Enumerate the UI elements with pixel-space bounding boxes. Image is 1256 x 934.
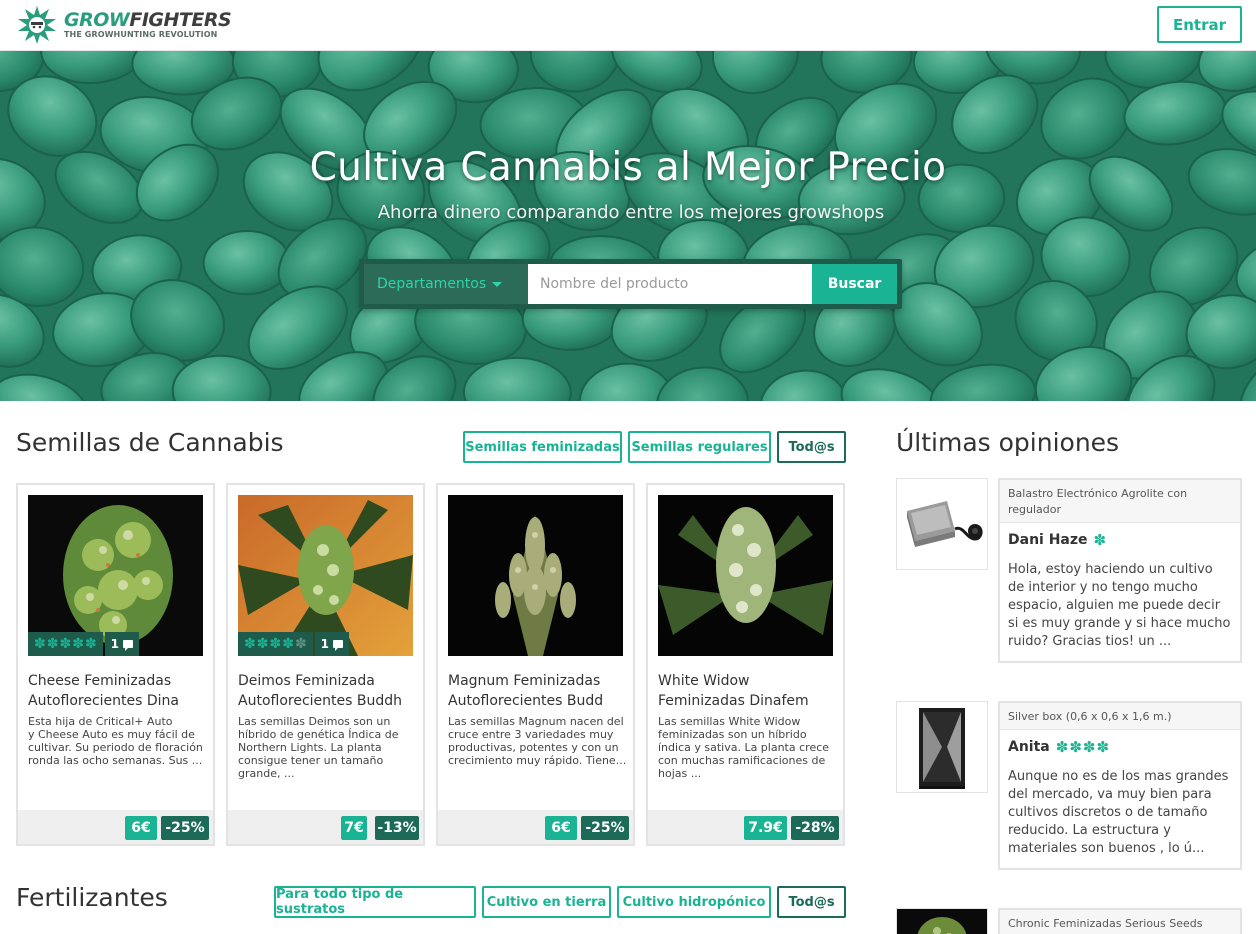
leaf-icon: ✽	[269, 636, 282, 652]
opinion-product-name[interactable]: Balastro Electrónico Agrolite con regula…	[1000, 480, 1240, 523]
leaf-icon: ✽	[244, 636, 256, 652]
caret-down-icon	[492, 281, 503, 287]
leaf-rating: ✽ ✽ ✽ ✽ ✽	[28, 632, 103, 656]
opinion-card[interactable]: Chronic Feminizadas Serious Seeds	[998, 908, 1242, 934]
leaf-icon: ✽	[34, 636, 46, 652]
leaf-icon: ✽	[59, 636, 72, 652]
opinion-card[interactable]: Balastro Electrónico Agrolite con regula…	[998, 478, 1242, 663]
price-badge: 7.9€	[744, 816, 787, 840]
comment-bubble-icon	[123, 640, 134, 651]
hero-banner: Cultiva Cannabis al Mejor Precio Ahorra …	[0, 51, 1256, 401]
product-name[interactable]: Cheese Feminizadas Autoflorecientes Dina	[28, 671, 208, 711]
comments-count[interactable]: 1	[314, 632, 350, 656]
growfighters-logo[interactable]: GROWFIGHTERS THE GROWHUNTING REVOLUTION	[16, 5, 236, 45]
filter-feminized-seeds[interactable]: Semillas feminizadas	[463, 431, 622, 463]
product-description: Esta hija de Critical+ Auto y Cheese Aut…	[28, 715, 203, 767]
filter-soil-cultivation[interactable]: Cultivo en tierra	[482, 886, 611, 918]
discount-badge: -28%	[791, 816, 839, 840]
leaf-icon: ✽	[72, 636, 84, 652]
opinion-card[interactable]: Silver box (0,6 x 0,6 x 1,6 m.) Anita ✽✽✽…	[998, 701, 1242, 870]
filter-all-fertilizers[interactable]: Tod@s	[777, 886, 846, 918]
logo-tagline: THE GROWHUNTING REVOLUTION	[64, 30, 218, 39]
leaf-rating-icon: ✽	[1093, 531, 1108, 549]
product-card[interactable]: Magnum Feminizadas Autoflorecientes Budd…	[436, 483, 635, 846]
opinion-text: Hola, estoy haciendo un cultivo de inter…	[1008, 562, 1231, 649]
leaf-icon: ✽	[84, 636, 97, 652]
opinion-product-thumbnail[interactable]	[896, 701, 988, 793]
filter-all-substrates[interactable]: Para todo tipo de sustratos	[274, 886, 476, 918]
opinion-text: Aunque no es de los mas grandes del merc…	[1008, 769, 1229, 856]
filter-all-seeds[interactable]: Tod@s	[777, 431, 846, 463]
product-card[interactable]: ✽ ✽ ✽ ✽ ✽ 1 Cheese Feminizadas Autoflorecien…	[16, 483, 215, 846]
logo-leaf-icon	[18, 6, 56, 44]
discount-badge: -13%	[375, 816, 419, 840]
price-badge: 6€	[125, 816, 157, 840]
opinions-section-title: Últimas opiniones	[896, 428, 1120, 457]
rating-bar: ✽ ✽ ✽ ✽ ✽ 1	[28, 632, 140, 656]
discount-badge: -25%	[581, 816, 629, 840]
hero-subtitle: Ahorra dinero comparando entre los mejor…	[377, 202, 885, 223]
product-card[interactable]: White Widow Feminizadas Dinafem Las semi…	[646, 483, 845, 846]
seeds-background-image	[0, 51, 1256, 401]
search-button[interactable]: Buscar	[812, 264, 897, 304]
opinion-product-name[interactable]: Silver box (0,6 x 0,6 x 1,6 m.)	[1000, 703, 1240, 730]
product-name[interactable]: Deimos Feminizada Autoflorecientes Buddh	[238, 671, 418, 711]
price-badge: 7€	[341, 816, 367, 840]
filter-hydroponic-cultivation[interactable]: Cultivo hidropónico	[617, 886, 771, 918]
product-name[interactable]: White Widow Feminizadas Dinafem	[658, 671, 838, 711]
opinion-username[interactable]: Dani Haze	[1008, 532, 1088, 548]
opinion-user: Anita ✽✽✽✽	[1000, 730, 1240, 760]
product-name[interactable]: Magnum Feminizadas Autoflorecientes Budd	[448, 671, 628, 711]
product-card[interactable]: ✽ ✽ ✽ ✽ ✽ 1 Deimos Feminizada Autoflorecient…	[226, 483, 425, 846]
hero-title: Cultiva Cannabis al Mejor Precio	[309, 145, 947, 190]
leaf-rating: ✽ ✽ ✽ ✽ ✽	[238, 632, 313, 656]
opinion-username[interactable]: Anita	[1008, 739, 1050, 755]
opinion-product-name[interactable]: Chronic Feminizadas Serious Seeds	[1000, 910, 1240, 934]
top-navbar: GROWFIGHTERS THE GROWHUNTING REVOLUTION …	[0, 0, 1256, 51]
filter-regular-seeds[interactable]: Semillas regulares	[628, 431, 771, 463]
search-bar: Departamentos Buscar	[359, 259, 902, 309]
product-image[interactable]	[448, 495, 623, 656]
discount-badge: -25%	[161, 816, 209, 840]
leaf-icon: ✽	[46, 636, 59, 652]
seeds-section-title: Semillas de Cannabis	[16, 428, 284, 457]
rating-bar: ✽ ✽ ✽ ✽ ✽ 1	[238, 632, 350, 656]
comment-bubble-icon	[333, 640, 344, 651]
leaf-icon: ✽	[256, 636, 269, 652]
opinion-product-thumbnail[interactable]	[896, 478, 988, 570]
fertilizers-section-title: Fertilizantes	[16, 883, 168, 912]
product-description: Las semillas Deimos son un híbrido de ge…	[238, 715, 399, 780]
department-dropdown[interactable]: Departamentos	[364, 264, 528, 304]
leaf-rating-icon: ✽✽✽✽	[1055, 738, 1111, 756]
leaf-icon: ✽	[282, 636, 294, 652]
leaf-icon: ✽	[294, 636, 307, 652]
product-search-input[interactable]	[528, 264, 812, 304]
product-image[interactable]	[658, 495, 833, 656]
comments-count[interactable]: 1	[104, 632, 140, 656]
price-badge: 6€	[545, 816, 577, 840]
product-description: Las semillas White Widow feminizadas son…	[658, 715, 830, 780]
opinion-product-thumbnail[interactable]	[896, 908, 988, 934]
product-description: Las semillas Magnum nacen del cruce entr…	[448, 715, 627, 767]
opinion-user: Dani Haze ✽	[1000, 523, 1240, 553]
login-button[interactable]: Entrar	[1157, 6, 1242, 43]
